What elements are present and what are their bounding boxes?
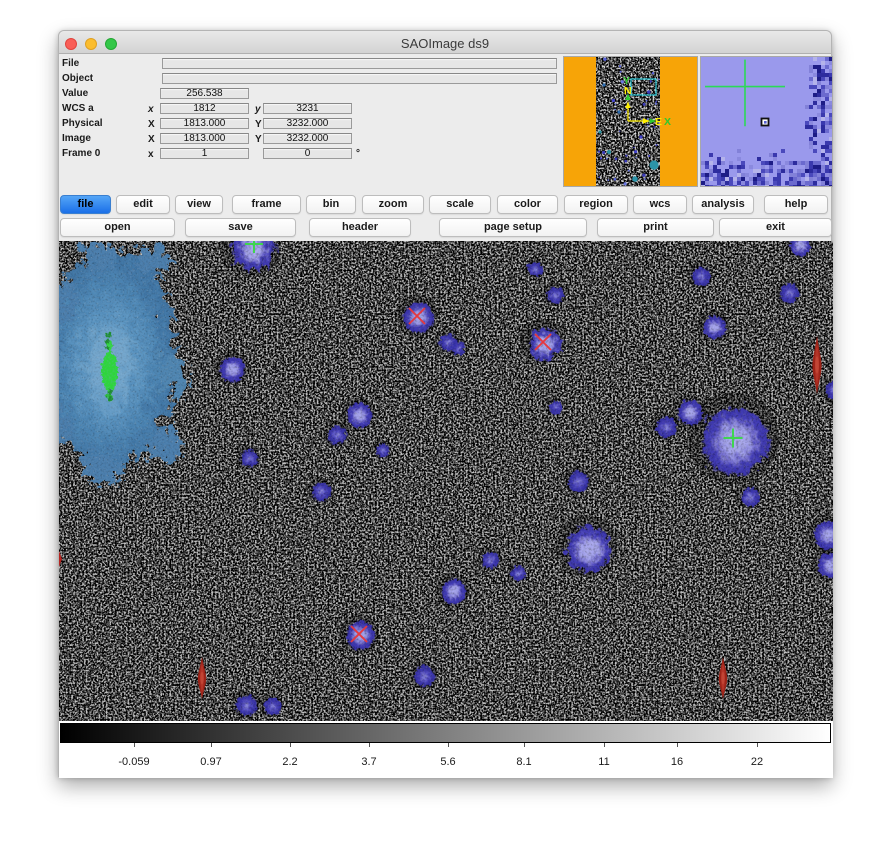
svg-text:Y: Y	[623, 75, 630, 87]
svg-text:X: X	[664, 116, 671, 128]
svg-text:E: E	[655, 116, 662, 128]
